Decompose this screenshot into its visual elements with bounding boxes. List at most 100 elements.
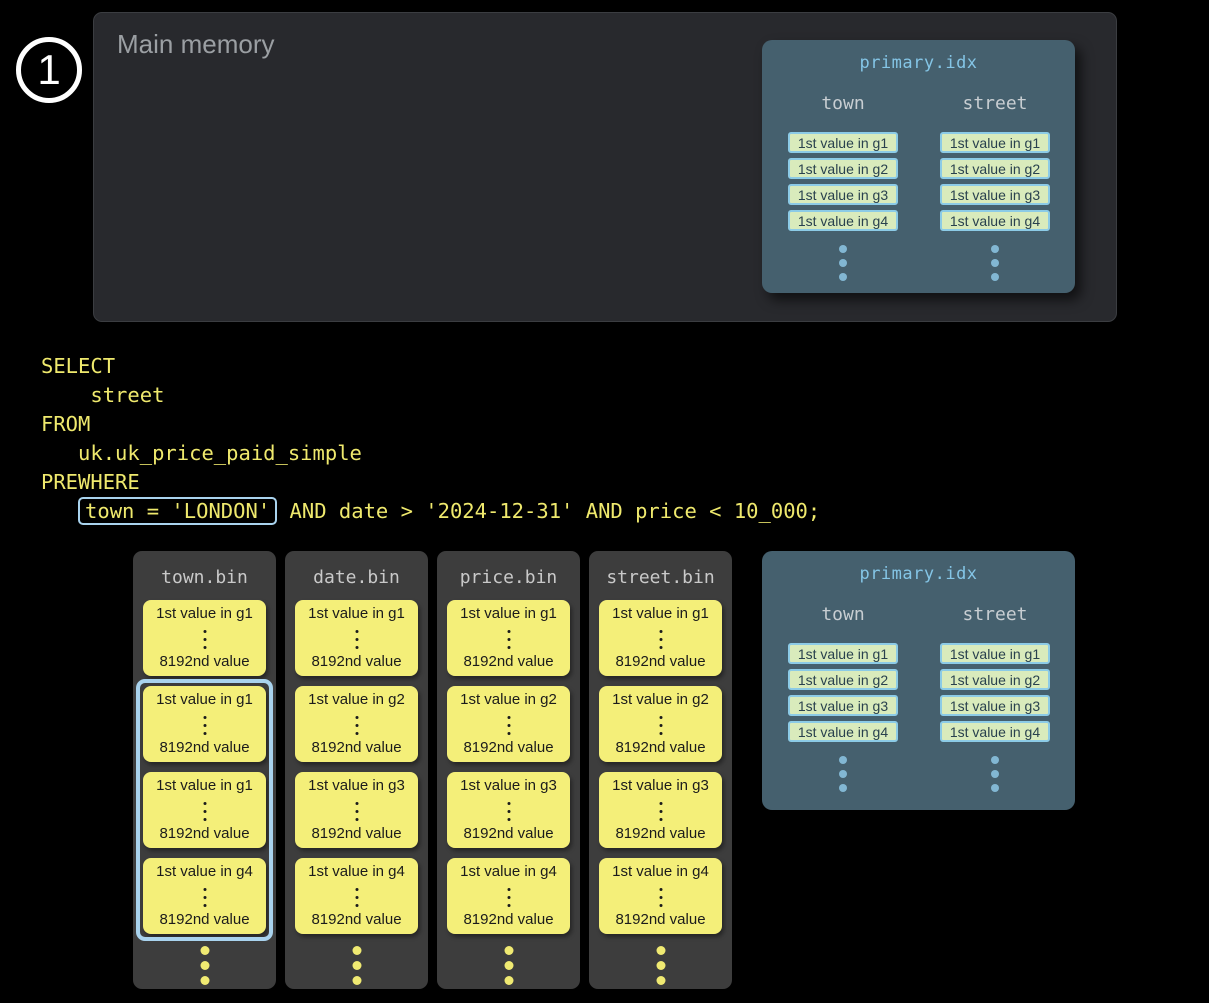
index-mark-chip: 1st value in g1 xyxy=(788,643,898,664)
granule-first-value: 1st value in g4 xyxy=(599,863,722,880)
granule-block: 1st value in g3 8192nd value xyxy=(295,772,418,848)
granule-first-value: 1st value in g2 xyxy=(295,691,418,708)
granule-ellipsis-icon xyxy=(659,716,662,735)
granule-block: 1st value in g3 8192nd value xyxy=(599,772,722,848)
index-mark-chip: 1st value in g1 xyxy=(940,132,1050,153)
granule-block: 1st value in g1 8192nd value xyxy=(447,600,570,676)
sql-line-select-column: street xyxy=(41,383,164,407)
granule-ellipsis-icon xyxy=(507,802,510,821)
index-mark-chip: 1st value in g2 xyxy=(788,669,898,690)
index-mark-chip: 1st value in g3 xyxy=(788,184,898,205)
index-mark-chip: 1st value in g4 xyxy=(940,210,1050,231)
granule-block: 1st value in g3 8192nd value xyxy=(447,772,570,848)
primary-idx-panel-bottom: primary.idx town street 1st value in g1 … xyxy=(762,551,1075,810)
column-header-town: town xyxy=(773,604,913,625)
granule-first-value: 1st value in g2 xyxy=(447,691,570,708)
index-mark-chip: 1st value in g3 xyxy=(940,184,1050,205)
sql-indent xyxy=(41,499,78,523)
granule-last-value: 8192nd value xyxy=(599,911,722,928)
bin-panel-street: street.bin 1st value in g1 8192nd value … xyxy=(589,551,732,989)
granule-ellipsis-icon xyxy=(203,630,206,649)
primary-idx-title: primary.idx xyxy=(762,53,1075,73)
step-number: 1 xyxy=(37,46,60,94)
main-memory-title: Main memory xyxy=(117,29,274,60)
ellipsis-dots-icon xyxy=(656,946,665,985)
column-header-street: street xyxy=(925,93,1065,114)
index-mark-chip: 1st value in g1 xyxy=(788,132,898,153)
sql-query: SELECT street FROM uk.uk_price_paid_simp… xyxy=(41,352,820,526)
granule-first-value: 1st value in g1 xyxy=(143,605,266,622)
granule-block: 1st value in g1 8192nd value xyxy=(295,600,418,676)
bin-panel-price: price.bin 1st value in g1 8192nd value 1… xyxy=(437,551,580,989)
granule-last-value: 8192nd value xyxy=(599,653,722,670)
granule-ellipsis-icon xyxy=(659,630,662,649)
granule-ellipsis-icon xyxy=(355,802,358,821)
ellipsis-dots-icon xyxy=(504,946,513,985)
granule-first-value: 1st value in g1 xyxy=(447,605,570,622)
granule-last-value: 8192nd value xyxy=(143,653,266,670)
granule-last-value: 8192nd value xyxy=(599,825,722,842)
granule-ellipsis-icon xyxy=(355,888,358,907)
bin-file-title: town.bin xyxy=(133,567,276,588)
granule-block: 1st value in g4 8192nd value xyxy=(447,858,570,934)
bin-panel-town: town.bin 1st value in g1 8192nd value 1s… xyxy=(133,551,276,989)
granule-block: 1st value in g2 8192nd value xyxy=(295,686,418,762)
granule-first-value: 1st value in g4 xyxy=(295,863,418,880)
sql-line-prewhere: PREWHERE xyxy=(41,470,140,494)
bin-panel-date: date.bin 1st value in g1 8192nd value 1s… xyxy=(285,551,428,989)
granule-last-value: 8192nd value xyxy=(447,653,570,670)
ellipsis-dots-icon xyxy=(991,756,999,792)
column-header-street: street xyxy=(925,604,1065,625)
index-mark-chip: 1st value in g4 xyxy=(788,210,898,231)
index-mark-chip: 1st value in g4 xyxy=(788,721,898,742)
granule-block: 1st value in g1 8192nd value xyxy=(599,600,722,676)
granule-first-value: 1st value in g1 xyxy=(295,605,418,622)
granule-block: 1st value in g2 8192nd value xyxy=(599,686,722,762)
ellipsis-dots-icon xyxy=(200,946,209,985)
primary-idx-title: primary.idx xyxy=(762,564,1075,584)
matching-granules-highlight-ring xyxy=(136,679,273,941)
granule-first-value: 1st value in g3 xyxy=(295,777,418,794)
granule-last-value: 8192nd value xyxy=(599,739,722,756)
granule-ellipsis-icon xyxy=(355,630,358,649)
diagram-canvas: 1 Main memory primary.idx town street 1s… xyxy=(0,0,1209,1003)
ellipsis-dots-icon xyxy=(839,756,847,792)
granule-block: 1st value in g2 8192nd value xyxy=(447,686,570,762)
ellipsis-dots-icon xyxy=(352,946,361,985)
sql-line-table: uk.uk_price_paid_simple xyxy=(41,441,362,465)
granule-ellipsis-icon xyxy=(659,802,662,821)
sql-line-select: SELECT xyxy=(41,354,115,378)
granule-ellipsis-icon xyxy=(355,716,358,735)
granule-first-value: 1st value in g3 xyxy=(599,777,722,794)
granule-last-value: 8192nd value xyxy=(295,653,418,670)
index-mark-chip: 1st value in g2 xyxy=(940,158,1050,179)
sql-line-from: FROM xyxy=(41,412,90,436)
index-mark-chip: 1st value in g2 xyxy=(940,669,1050,690)
granule-last-value: 8192nd value xyxy=(447,739,570,756)
bin-file-title: date.bin xyxy=(285,567,428,588)
step-1-badge: 1 xyxy=(16,37,82,103)
granule-ellipsis-icon xyxy=(507,888,510,907)
sql-line-conditions: AND date > '2024-12-31' AND price < 10_0… xyxy=(277,499,820,523)
prewhere-town-highlight: town = 'LONDON' xyxy=(78,497,277,525)
index-mark-chip: 1st value in g2 xyxy=(788,158,898,179)
granule-first-value: 1st value in g4 xyxy=(447,863,570,880)
granule-last-value: 8192nd value xyxy=(295,911,418,928)
granule-last-value: 8192nd value xyxy=(295,825,418,842)
granule-ellipsis-icon xyxy=(507,716,510,735)
granule-ellipsis-icon xyxy=(659,888,662,907)
granule-block: 1st value in g4 8192nd value xyxy=(295,858,418,934)
granule-last-value: 8192nd value xyxy=(447,825,570,842)
granule-first-value: 1st value in g2 xyxy=(599,691,722,708)
column-header-town: town xyxy=(773,93,913,114)
granule-ellipsis-icon xyxy=(507,630,510,649)
index-mark-chip: 1st value in g3 xyxy=(940,695,1050,716)
bin-file-title: price.bin xyxy=(437,567,580,588)
ellipsis-dots-icon xyxy=(991,245,999,281)
ellipsis-dots-icon xyxy=(839,245,847,281)
bin-file-title: street.bin xyxy=(589,567,732,588)
granule-block: 1st value in g1 8192nd value xyxy=(143,600,266,676)
primary-idx-panel-top: primary.idx town street 1st value in g1 … xyxy=(762,40,1075,293)
index-mark-chip: 1st value in g1 xyxy=(940,643,1050,664)
index-mark-chip: 1st value in g3 xyxy=(788,695,898,716)
